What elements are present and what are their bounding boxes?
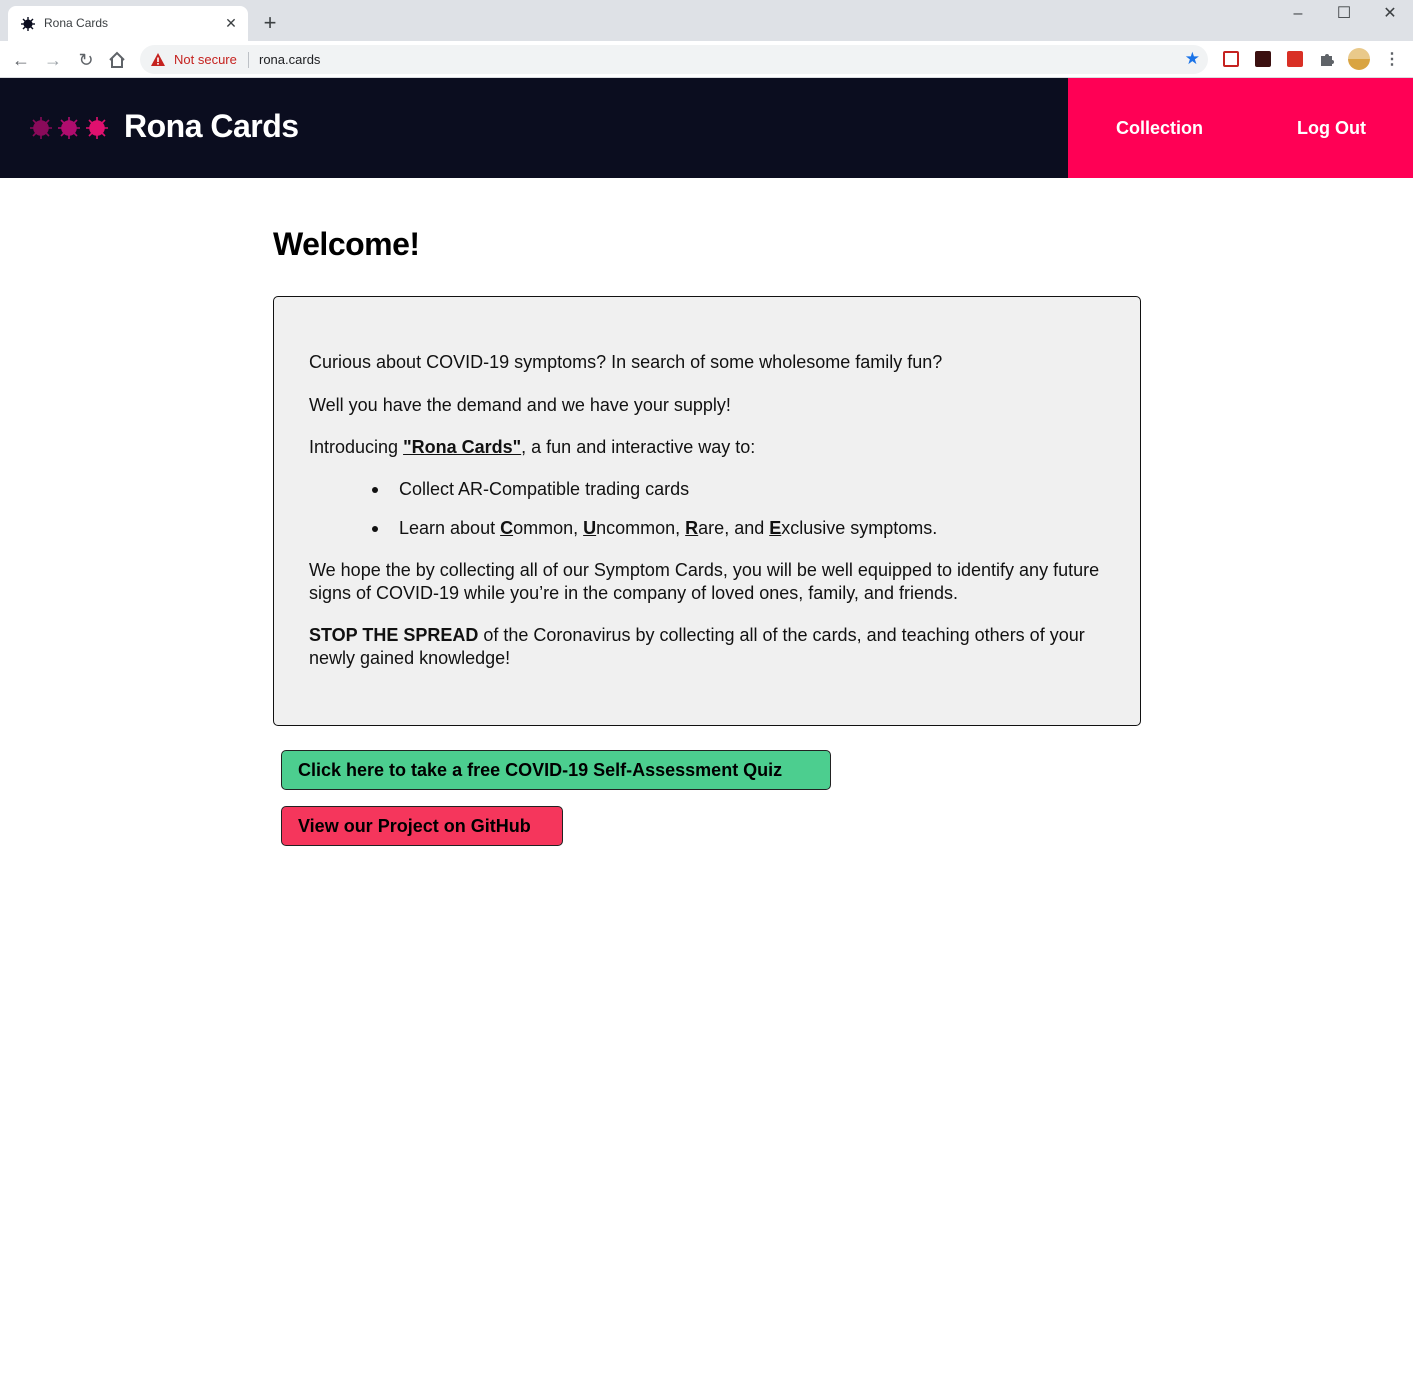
url-text[interactable]: rona.cards <box>259 52 320 67</box>
quiz-button[interactable]: Click here to take a free COVID-19 Self-… <box>281 750 831 790</box>
introducing-suffix: , a fun and interactive way to: <box>521 437 756 457</box>
virus-favicon-icon <box>21 17 35 31</box>
site-brand[interactable]: Rona Cards <box>124 108 299 145</box>
close-window-icon[interactable]: ✕ <box>1375 4 1405 24</box>
security-status[interactable]: Not secure <box>174 52 237 67</box>
hope-paragraph: We hope the by collecting all of our Sym… <box>309 560 1100 603</box>
minimize-icon[interactable]: – <box>1283 4 1313 24</box>
stop-spread-bold: STOP THE SPREAD <box>309 625 479 645</box>
bullet-collect: Collect AR-Compatible trading cards <box>399 479 690 499</box>
github-button[interactable]: View our Project on GitHub <box>281 806 563 846</box>
warning-icon <box>151 53 165 66</box>
nav-links: Collection Log Out <box>1068 78 1413 178</box>
tab-title: Rona Cards <box>44 16 109 30</box>
introducing-line: Introducing "Rona Cards", a fun and inte… <box>309 436 1109 459</box>
rare-rest: are, and <box>698 518 770 538</box>
intro-line-1: Curious about COVID-19 symptoms? In sear… <box>309 352 943 372</box>
virus-logo-icon[interactable] <box>28 114 112 142</box>
page-title: Welcome! <box>273 226 420 262</box>
rare-initial: R <box>685 518 699 538</box>
exclusive-initial: E <box>769 518 782 538</box>
stop-spread-paragraph: STOP THE SPREAD of the Coronavirus by co… <box>309 624 1109 670</box>
forward-icon[interactable]: → <box>42 49 64 71</box>
intro-panel: Curious about COVID-19 symptoms? In sear… <box>273 296 1141 726</box>
uncommon-rest: ncommon, <box>596 518 686 538</box>
bookmark-star-icon[interactable]: ★ <box>1185 49 1200 69</box>
browser-tab[interactable]: Rona Cards ✕ <box>8 6 248 41</box>
reload-icon[interactable]: ↻ <box>75 49 97 71</box>
uncommon-initial: U <box>583 518 597 538</box>
close-tab-icon[interactable]: ✕ <box>222 14 240 32</box>
profile-avatar[interactable] <box>1348 48 1370 70</box>
extensions-puzzle-icon[interactable] <box>1319 51 1335 67</box>
home-icon[interactable] <box>107 50 127 70</box>
common-rest: ommon, <box>513 518 584 538</box>
learn-prefix: Learn about <box>399 518 501 538</box>
browser-tab-bar: Rona Cards ✕ + – ☐ ✕ <box>0 0 1413 41</box>
exclusive-rest: xclusive symptoms. <box>781 518 938 538</box>
extension-pdf-icon[interactable] <box>1255 51 1271 67</box>
extension-pocket-icon[interactable] <box>1223 51 1239 67</box>
extension-image-icon[interactable] <box>1287 51 1303 67</box>
bullet-dot <box>372 487 378 493</box>
rona-cards-link[interactable]: "Rona Cards" <box>403 437 521 457</box>
site-header: Rona Cards Collection Log Out <box>0 78 1413 178</box>
nav-logout-link[interactable]: Log Out <box>1297 118 1366 139</box>
address-divider <box>248 52 249 68</box>
bullet-dot <box>372 526 378 532</box>
bullet-learn: Learn about Common, Uncommon, Rare, and … <box>399 517 1199 540</box>
back-icon[interactable]: ← <box>10 49 32 71</box>
nav-collection-link[interactable]: Collection <box>1116 118 1203 139</box>
new-tab-button[interactable]: + <box>259 12 281 34</box>
introducing-prefix: Introducing <box>309 437 404 457</box>
address-bar[interactable]: Not secure rona.cards ★ <box>140 45 1208 74</box>
maximize-icon[interactable]: ☐ <box>1329 4 1359 24</box>
browser-toolbar: ← → ↻ Not secure rona.cards ★ ⋮ <box>0 41 1413 78</box>
common-initial: C <box>500 518 514 538</box>
intro-line-2: Well you have the demand and we have you… <box>309 395 731 415</box>
browser-menu-icon[interactable]: ⋮ <box>1384 49 1400 71</box>
